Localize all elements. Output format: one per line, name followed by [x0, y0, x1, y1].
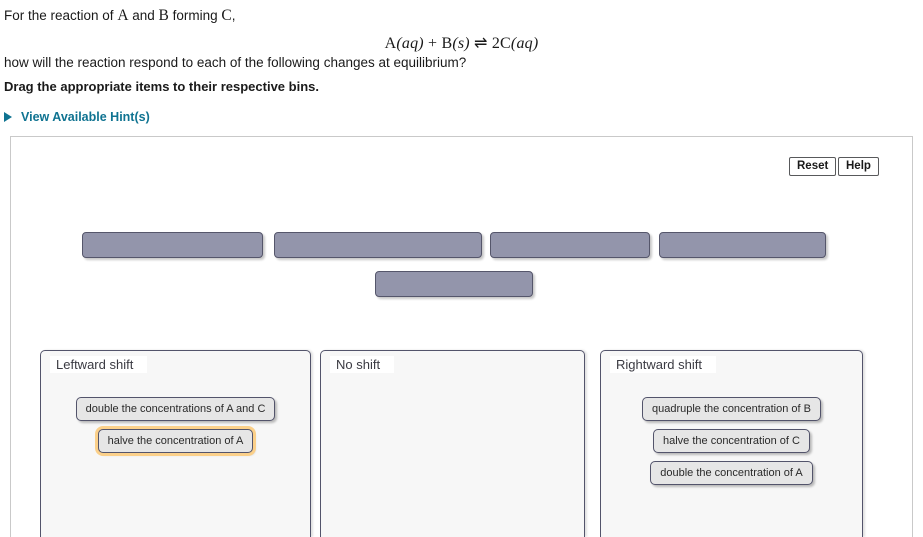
question-body: how will the reaction respond to each of…	[4, 55, 467, 70]
species-b-inline: B	[158, 7, 169, 24]
equation-state-aq-1: (aq)	[396, 35, 424, 52]
draggable-item[interactable]: halve the concentration of C	[653, 429, 810, 453]
view-hints-label: View Available Hint(s)	[21, 110, 150, 124]
species-a-inline: A	[117, 7, 129, 24]
triangle-right-icon	[4, 112, 12, 122]
empty-source-slot[interactable]	[659, 232, 826, 258]
equation-state-s: (s)	[452, 35, 470, 52]
equation-equilibrium-arrow: ⇌	[469, 35, 492, 52]
bin-item-row: quadruple the concentration of B	[601, 397, 862, 421]
equation-plus: +	[423, 35, 442, 52]
bin-item-row: halve the concentration of A	[41, 429, 310, 453]
question-intro-mid: and	[128, 8, 159, 23]
bin-title: No shift	[330, 356, 395, 373]
equation-species-c: 2C	[491, 35, 511, 52]
bin-item-row: halve the concentration of C	[601, 429, 862, 453]
species-c-inline: C	[221, 7, 232, 24]
help-button[interactable]: Help	[838, 157, 879, 176]
drop-bin[interactable]: Rightward shift quadruple the concentrati…	[600, 350, 863, 537]
view-hints-button[interactable]: View Available Hint(s)	[4, 110, 150, 124]
exercise-stage: For the reaction of A and B forming C, A…	[0, 0, 923, 537]
draggable-item[interactable]: double the concentration of A	[650, 461, 813, 485]
bin-item-row: double the concentrations of A and C	[41, 397, 310, 421]
bin-item-list: double the concentrations of A and C halv…	[41, 397, 310, 461]
bin-item-list: quadruple the concentration of B halve th…	[601, 397, 862, 493]
bin-item-row: double the concentration of A	[601, 461, 862, 485]
question-intro-suffix: forming	[168, 8, 222, 23]
drop-bin[interactable]: Leftward shift double the concentrations …	[40, 350, 311, 537]
empty-source-slot[interactable]	[375, 271, 533, 297]
question-intro: For the reaction of A and B forming C,	[4, 6, 236, 26]
question-intro-prefix: For the reaction of	[4, 8, 118, 23]
draggable-item[interactable]: halve the concentration of A	[97, 429, 254, 453]
equation-species-a: A	[384, 35, 397, 52]
drag-instruction: Drag the appropriate items to their resp…	[4, 79, 319, 94]
question-intro-end: ,	[231, 8, 236, 23]
chemical-equation: A(aq) + B(s) ⇌ 2C(aq)	[0, 33, 923, 53]
equation-species-b: B	[441, 35, 453, 52]
reset-button[interactable]: Reset	[789, 157, 837, 176]
equation-state-aq-2: (aq)	[510, 35, 539, 52]
drop-bin[interactable]: No shift	[320, 350, 585, 537]
draggable-item[interactable]: double the concentrations of A and C	[75, 397, 276, 421]
empty-source-slot[interactable]	[82, 232, 263, 258]
bin-title: Leftward shift	[50, 356, 148, 373]
empty-source-slot[interactable]	[490, 232, 650, 258]
draggable-item[interactable]: quadruple the concentration of B	[641, 397, 821, 421]
bin-title: Rightward shift	[610, 356, 716, 373]
empty-source-slot[interactable]	[274, 232, 482, 258]
